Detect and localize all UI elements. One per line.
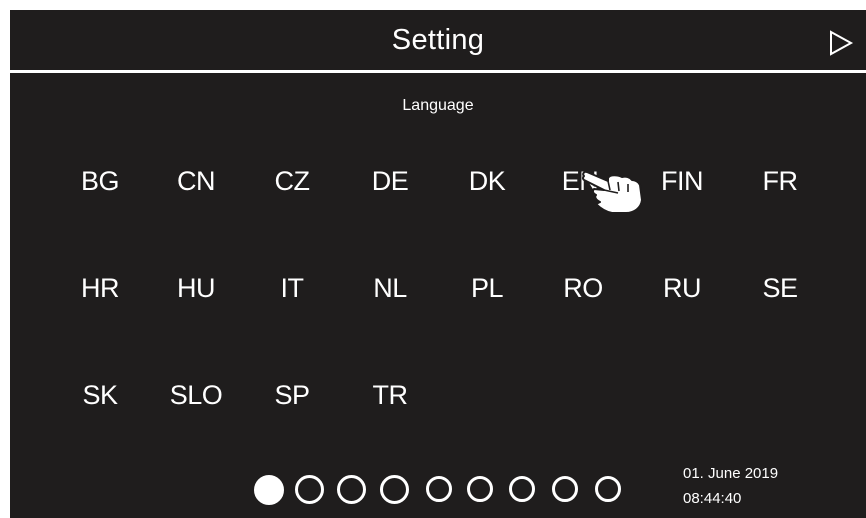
page-dot-3[interactable] [337,475,366,504]
settings-screen: Setting Language BG CN CZ DE DK EN FIN F… [0,0,866,518]
language-option-dk[interactable]: DK [437,166,537,197]
language-option-de[interactable]: DE [340,166,440,197]
language-option-cn[interactable]: CN [146,166,246,197]
page-dot-6[interactable] [467,476,493,502]
language-option-sk[interactable]: SK [50,380,150,411]
language-option-sp[interactable]: SP [242,380,342,411]
next-arrow-icon[interactable] [826,28,856,58]
date-text: 01. June 2019 [683,465,779,482]
language-option-cz[interactable]: CZ [242,166,342,197]
language-option-ro[interactable]: RO [533,273,633,304]
language-option-ru[interactable]: RU [632,273,732,304]
page-dot-2[interactable] [295,475,324,504]
language-option-hu[interactable]: HU [146,273,246,304]
language-option-it[interactable]: IT [242,273,342,304]
page-title: Setting [391,24,485,56]
header-bar: Setting [10,10,866,70]
page-dot-7[interactable] [509,476,535,502]
datetime-display: 01. June 2019 08:44:40 [683,461,778,511]
language-option-tr[interactable]: TR [340,380,440,411]
language-option-pl[interactable]: PL [437,273,537,304]
language-option-slo[interactable]: SLO [146,380,246,411]
section-title: Language [402,97,474,114]
language-option-bg[interactable]: BG [50,166,150,197]
page-dot-9[interactable] [595,476,621,502]
time-text: 08:44:40 [683,490,742,507]
page-dot-8[interactable] [552,476,578,502]
language-option-se[interactable]: SE [730,273,830,304]
language-option-fr[interactable]: FR [730,166,830,197]
page-dot-4[interactable] [380,475,409,504]
language-option-hr[interactable]: HR [50,273,150,304]
language-option-nl[interactable]: NL [340,273,440,304]
page-dot-5[interactable] [426,476,452,502]
page-dot-1[interactable] [254,475,284,505]
pointing-hand-icon [581,170,643,214]
